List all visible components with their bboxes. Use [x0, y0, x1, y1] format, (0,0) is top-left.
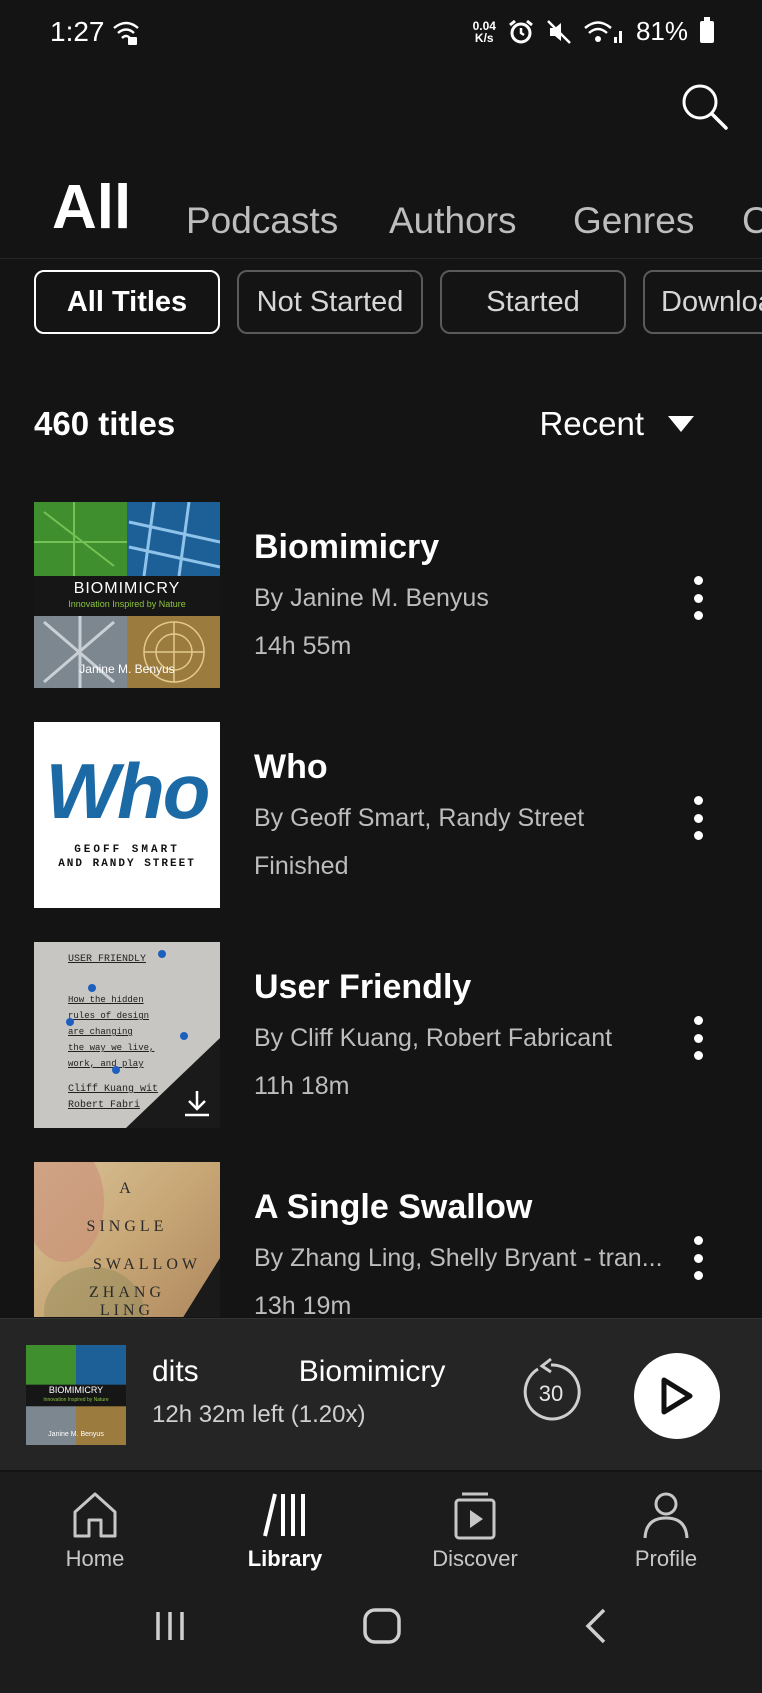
chip-all-titles[interactable]: All Titles: [34, 270, 220, 334]
search-icon[interactable]: [678, 80, 730, 132]
book-author: By Cliff Kuang, Robert Fabricant: [254, 1024, 613, 1052]
mute-icon: [547, 19, 571, 44]
back-icon[interactable]: [578, 1606, 618, 1646]
book-title: Biomimicry: [254, 528, 440, 566]
net-speed: 0.04 K/s: [472, 18, 496, 45]
tab-genres[interactable]: Genres: [573, 200, 694, 242]
profile-icon: [643, 1492, 689, 1539]
status-bar: 1:27 0.04 K/s 81%: [0, 0, 762, 70]
cover-author-line2: AND RANDY STREET: [58, 858, 196, 870]
book-title: User Friendly: [254, 968, 472, 1006]
home-icon: [73, 1492, 117, 1538]
status-time: 1:27: [50, 16, 105, 47]
dropdown-arrow-icon: [668, 416, 694, 432]
book-duration: 13h 19m: [254, 1292, 352, 1317]
nav-discover[interactable]: Discover: [405, 1490, 545, 1572]
status-icons: 0.04 K/s 81%: [473, 16, 714, 47]
battery-icon: [700, 16, 714, 43]
book-author: By Zhang Ling, Shelly Bryant - tran...: [254, 1244, 663, 1272]
tabs-divider: [0, 258, 762, 259]
book-cover: A SINGLE SWALLOW ZHANG LING: [34, 1162, 220, 1317]
cover-author: Janine M. Benyus: [79, 662, 175, 676]
time-remaining: 12h 32m left (1.20x): [152, 1401, 366, 1428]
list-item[interactable]: Who GEOFF SMART AND RANDY STREET Who By …: [0, 722, 762, 908]
nav-home[interactable]: Home: [25, 1490, 165, 1572]
list-item[interactable]: USER FRIENDLY How the hidden rules of de…: [0, 942, 762, 1128]
chip-started[interactable]: Started: [440, 270, 626, 334]
wifi-signal-icon: [584, 20, 622, 43]
home-button-icon[interactable]: [362, 1606, 402, 1646]
sort-dropdown[interactable]: Recent: [539, 405, 694, 443]
battery-level: 81%: [635, 16, 688, 46]
more-options-icon[interactable]: [690, 796, 706, 840]
list-item[interactable]: BIOMIMICRY Innovation Inspired by Nature…: [0, 502, 762, 688]
more-options-icon[interactable]: [690, 1016, 706, 1060]
book-author: By Janine M. Benyus: [254, 584, 489, 612]
book-title: A Single Swallow: [254, 1188, 533, 1226]
book-duration: 14h 55m: [254, 632, 352, 660]
tab-more[interactable]: C: [742, 200, 762, 242]
mini-player[interactable]: BIOMIMICRY Innovation Inspired by Nature…: [0, 1318, 762, 1470]
book-status: Finished: [254, 852, 349, 880]
bottom-nav: Home Library Discover Profile: [0, 1472, 762, 1582]
book-list: BIOMIMICRY Innovation Inspired by Nature…: [0, 502, 762, 1317]
book-cover: USER FRIENDLY How the hidden rules of de…: [34, 942, 220, 1128]
wifi-calling-icon: [113, 21, 139, 45]
play-icon: [661, 1377, 693, 1415]
recent-apps-icon[interactable]: [150, 1606, 190, 1646]
tab-authors[interactable]: Authors: [389, 200, 517, 242]
now-playing-title: dits Biomimicry |: [152, 1355, 456, 1388]
library-icon: [263, 1493, 305, 1537]
category-tabs: All Podcasts Authors Genres C: [0, 170, 762, 250]
chip-not-started[interactable]: Not Started: [237, 270, 423, 334]
list-item[interactable]: A SINGLE SWALLOW ZHANG LING A Single Swa…: [0, 1162, 762, 1317]
title-count: 460 titles: [34, 405, 176, 442]
chip-downloaded[interactable]: Downloa: [643, 270, 762, 334]
book-cover: BIOMIMICRY Innovation Inspired by Nature…: [34, 502, 220, 688]
tab-podcasts[interactable]: Podcasts: [186, 200, 338, 242]
system-nav-bar: [0, 1582, 762, 1693]
book-title: Who: [254, 748, 328, 786]
alarm-icon: [509, 19, 533, 43]
book-author: By Geoff Smart, Randy Street: [254, 804, 585, 832]
book-duration: 11h 18m: [254, 1072, 350, 1100]
cover-title: Who: [45, 747, 211, 835]
tab-all[interactable]: All: [52, 172, 131, 243]
nav-profile[interactable]: Profile: [596, 1490, 736, 1572]
more-options-icon[interactable]: [690, 1236, 706, 1280]
more-options-icon[interactable]: [690, 576, 706, 620]
cover-title: A SINGLE SWALLOW ZHANG LING: [86, 1180, 201, 1317]
filter-chips: All Titles Not Started Started Downloa: [0, 270, 762, 336]
rewind-30-button[interactable]: 30: [520, 1357, 582, 1425]
cover-author-line1: GEOFF SMART: [74, 844, 180, 856]
play-button[interactable]: [634, 1353, 720, 1439]
nav-library[interactable]: Library: [215, 1490, 355, 1572]
downloaded-icon: [185, 1091, 209, 1117]
now-playing-cover: BIOMIMICRY Innovation Inspired by Nature…: [26, 1345, 126, 1445]
book-cover: Who GEOFF SMART AND RANDY STREET: [34, 722, 220, 908]
sort-label: Recent: [539, 405, 644, 442]
cover-subtitle: Innovation Inspired by Nature: [68, 599, 186, 609]
discover-icon: [454, 1492, 496, 1540]
cover-title: BIOMIMICRY: [73, 580, 181, 597]
